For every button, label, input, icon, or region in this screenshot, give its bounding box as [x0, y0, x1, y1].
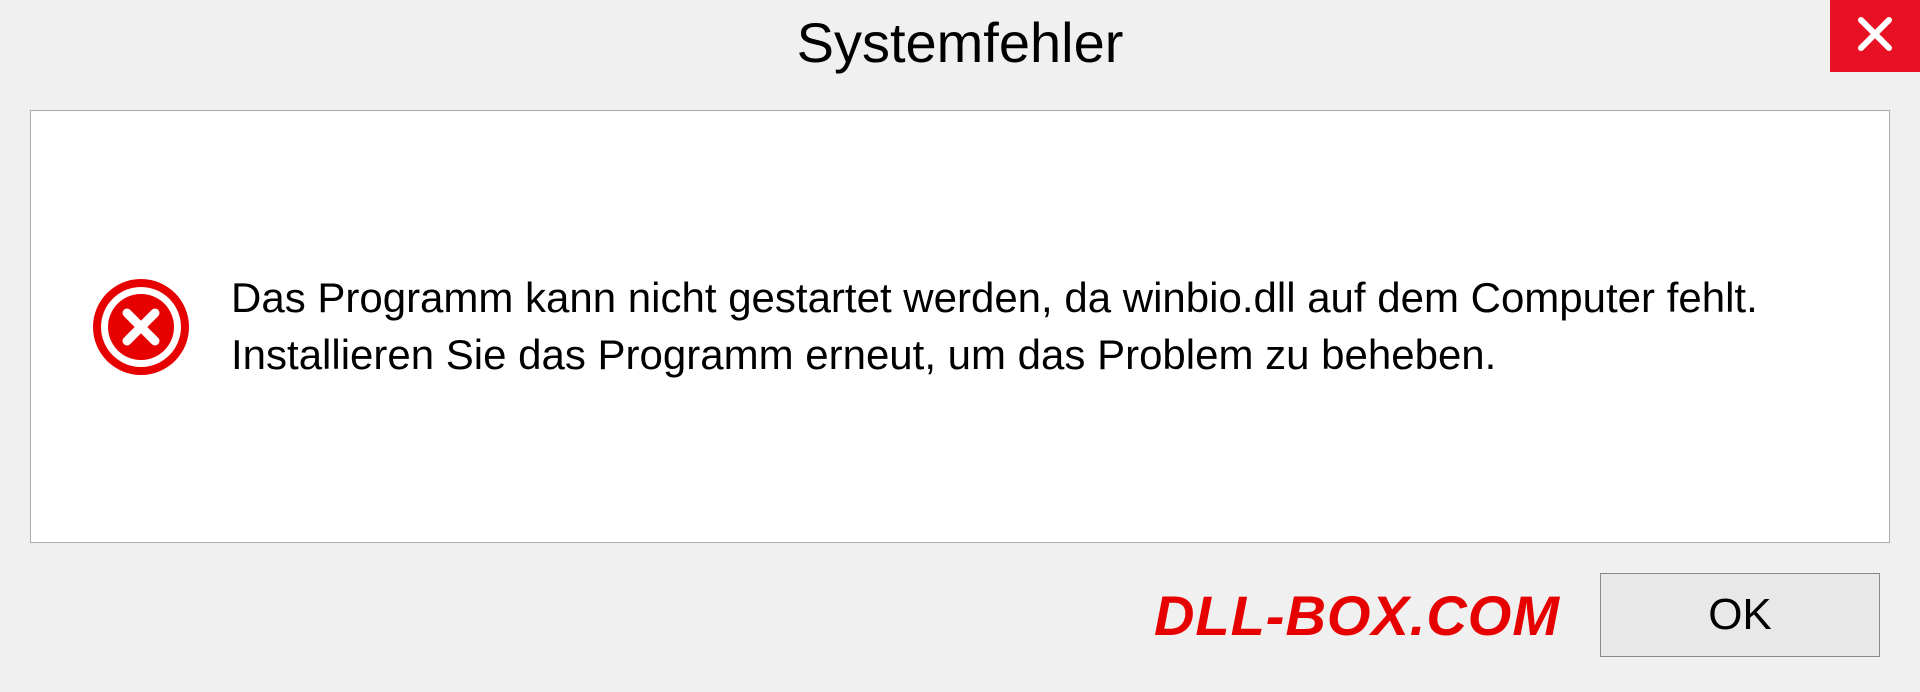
content-area: Das Programm kann nicht gestartet werden… [30, 110, 1890, 543]
error-icon [91, 277, 191, 377]
dialog-title: Systemfehler [797, 10, 1124, 75]
close-button[interactable] [1830, 0, 1920, 72]
close-icon [1855, 14, 1895, 59]
titlebar: Systemfehler [0, 0, 1920, 100]
error-dialog: Systemfehler Das Programm kann nicht ges… [0, 0, 1920, 692]
dialog-footer: DLL-BOX.COM OK [0, 543, 1920, 692]
watermark-text: DLL-BOX.COM [1154, 583, 1560, 648]
error-message: Das Programm kann nicht gestartet werden… [231, 270, 1829, 383]
ok-button[interactable]: OK [1600, 573, 1880, 657]
